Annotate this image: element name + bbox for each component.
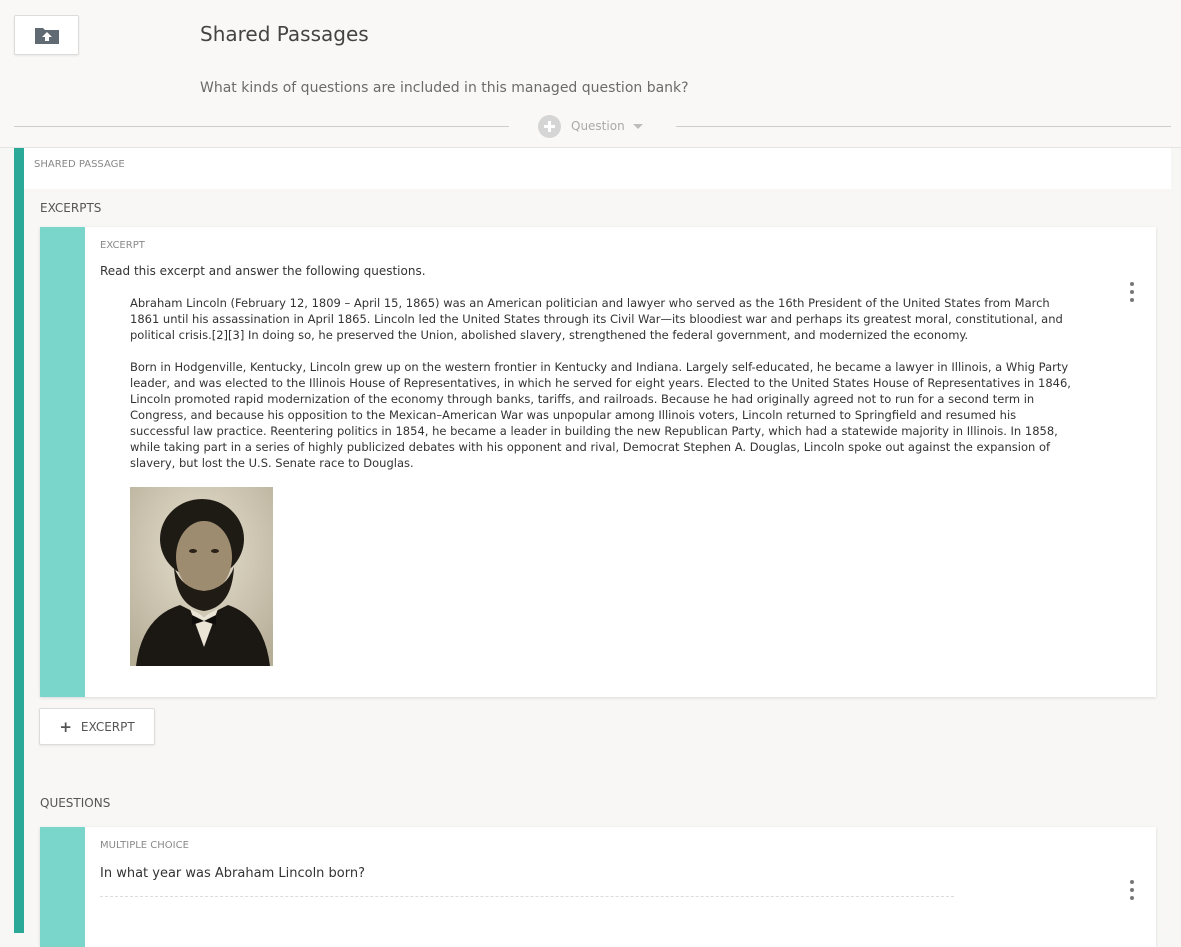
answer-divider bbox=[100, 896, 954, 897]
plus-icon: + bbox=[59, 717, 72, 736]
excerpt-prompt: Read this excerpt and answer the followi… bbox=[100, 264, 426, 278]
add-question-label: Question bbox=[571, 119, 625, 133]
chevron-down-icon bbox=[632, 123, 643, 129]
excerpt-paragraph: Abraham Lincoln (February 12, 1809 – Apr… bbox=[130, 296, 1063, 342]
shared-passage: SHARED PASSAGE EXCERPTS EXCERPT Read thi… bbox=[14, 148, 1171, 947]
back-to-folder-button[interactable] bbox=[14, 15, 79, 55]
portrait-photo bbox=[130, 487, 273, 666]
excerpt-paragraph: Born in Hodgenville, Kentucky, Lincoln g… bbox=[130, 360, 1071, 470]
passage-type-label: SHARED PASSAGE bbox=[34, 159, 125, 170]
excerpt-more-menu-icon[interactable] bbox=[1128, 282, 1136, 302]
question-type-label: MULTIPLE CHOICE bbox=[100, 840, 189, 851]
questions-section-label: QUESTIONS bbox=[40, 796, 111, 810]
folder-upload-icon bbox=[34, 28, 59, 44]
divider bbox=[14, 126, 509, 127]
add-excerpt-label: EXCERPT bbox=[80, 719, 135, 734]
add-question-button[interactable]: Question bbox=[538, 114, 643, 138]
passage-accent-bar bbox=[14, 148, 24, 933]
question-text[interactable]: In what year was Abraham Lincoln born? bbox=[100, 866, 365, 881]
divider bbox=[676, 126, 1171, 127]
passage-header: SHARED PASSAGE bbox=[24, 148, 1171, 189]
page-header: Shared Passages What kinds of questions … bbox=[0, 0, 1181, 148]
add-excerpt-button[interactable]: + EXCERPT bbox=[39, 708, 155, 745]
page-title: Shared Passages bbox=[200, 22, 369, 46]
card-accent bbox=[40, 827, 85, 947]
excerpt-body: Abraham Lincoln (February 12, 1809 – Apr… bbox=[130, 295, 1076, 487]
excerpt-card[interactable]: EXCERPT Read this excerpt and answer the… bbox=[40, 227, 1156, 697]
card-accent bbox=[40, 227, 85, 697]
question-card[interactable]: MULTIPLE CHOICE In what year was Abraham… bbox=[40, 827, 1156, 947]
question-more-menu-icon[interactable] bbox=[1128, 880, 1136, 900]
page-description[interactable]: What kinds of questions are included in … bbox=[200, 80, 689, 96]
excerpts-section-label: EXCERPTS bbox=[40, 201, 102, 215]
plus-circle-icon bbox=[538, 114, 561, 138]
excerpt-type-label: EXCERPT bbox=[100, 240, 145, 251]
